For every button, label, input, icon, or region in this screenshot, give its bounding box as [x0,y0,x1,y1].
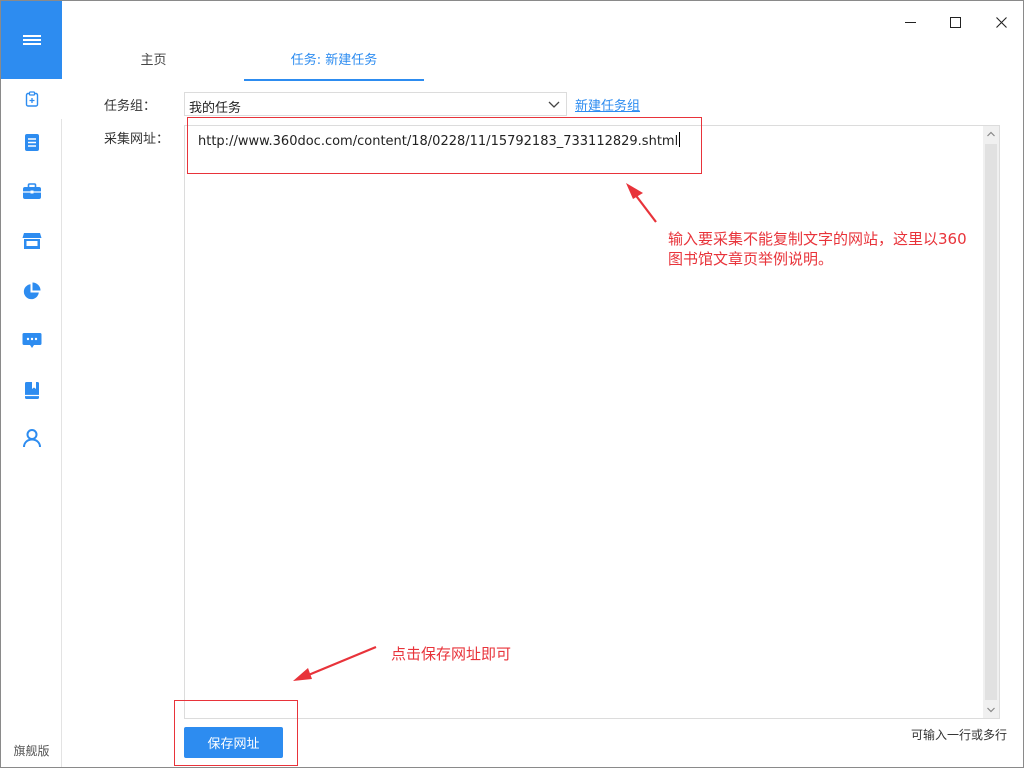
minimize-icon [904,21,916,23]
save-annotation: 点击保存网址即可 [391,645,512,663]
chevron-up-icon [987,131,995,137]
chevron-down-icon [987,707,995,713]
task-group-select[interactable]: 我的任务 [184,92,567,116]
scroll-down-button[interactable] [983,702,999,718]
url-value: http://www.360doc.com/content/18/0228/11… [198,134,679,149]
app-window: 旗舰版 主页 任务: 新建任务 任务组： 我的任务 新建任务组 采集网址： ht… [0,0,1024,768]
maximize-button[interactable] [935,7,975,37]
sidebar-item-new-task[interactable] [1,79,62,119]
minimize-button[interactable] [890,7,930,37]
new-task-icon [25,91,38,107]
text-caret [679,132,681,147]
briefcase-icon [22,182,41,199]
tab-bar: 主页 任务: 新建任务 [63,45,1023,81]
close-button[interactable] [981,7,1021,37]
scroll-up-button[interactable] [983,126,999,142]
sidebar-item-book[interactable] [1,370,62,410]
url-label: 采集网址： [104,132,170,147]
url-textarea[interactable]: http://www.360doc.com/content/18/0228/11… [184,125,1000,719]
user-icon [22,429,41,448]
url-annotation-line-2: 图书馆文章页举例说明。 [668,250,834,268]
new-task-group-link[interactable]: 新建任务组 [575,95,640,114]
store-icon [22,233,41,249]
vertical-scrollbar[interactable] [983,126,999,718]
task-group-label: 任务组： [104,99,157,114]
document-icon [24,133,39,151]
tab-home[interactable]: 主页 [63,45,244,81]
chat-icon [22,333,41,348]
edition-label: 旗舰版 [13,744,50,758]
book-icon [24,381,39,399]
url-text-line: http://www.360doc.com/content/18/0228/11… [198,132,681,149]
menu-button[interactable] [1,1,62,79]
chevron-down-icon [548,101,560,108]
save-url-button[interactable]: 保存网址 [184,727,283,758]
tab-new-task[interactable]: 任务: 新建任务 [244,45,424,81]
scrollbar-thumb[interactable] [985,144,997,700]
pie-chart-icon [23,282,41,299]
maximize-icon [949,16,961,28]
sidebar: 旗舰版 [1,1,62,767]
task-group-value: 我的任务 [189,101,242,116]
sidebar-item-documents[interactable] [1,122,62,162]
sidebar-item-statistics[interactable] [1,271,62,311]
close-icon [995,16,1007,28]
hamburger-icon [22,35,41,45]
url-annotation-line-1: 输入要采集不能复制文字的网站，这里以360 [668,230,967,248]
input-hint: 可输入一行或多行 [910,728,1007,742]
sidebar-item-store[interactable] [1,221,62,261]
sidebar-item-briefcase[interactable] [1,171,62,211]
sidebar-item-messages[interactable] [1,321,62,361]
sidebar-item-user[interactable] [1,418,62,458]
